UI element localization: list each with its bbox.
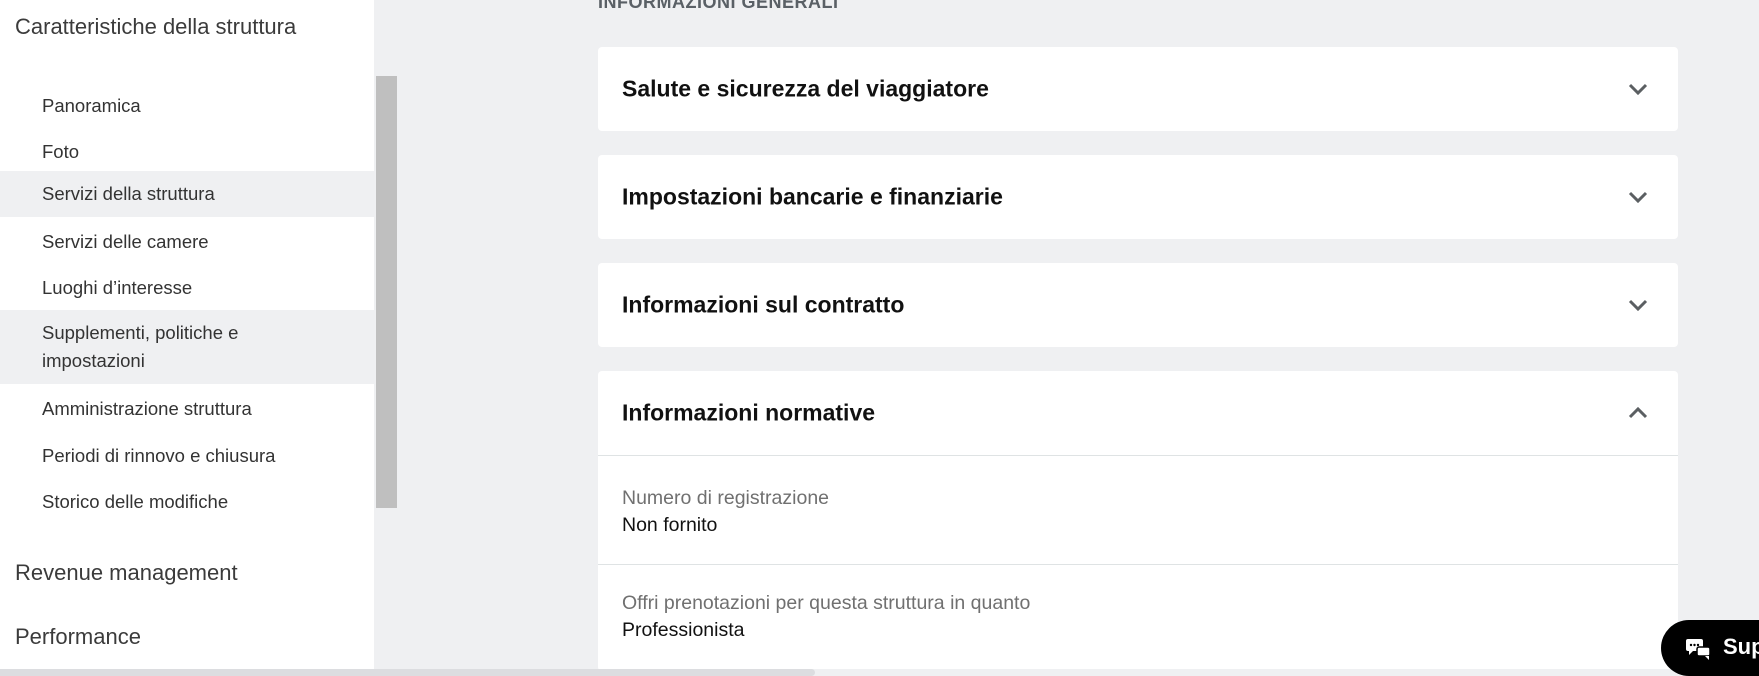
- section-title: INFORMAZIONI GENERALI: [598, 0, 839, 12]
- field-registration-number: Numero di registrazione Non fornito: [598, 456, 1678, 564]
- accordion-title: Impostazioni bancarie e finanziarie: [622, 183, 1003, 210]
- horizontal-scrollbar-thumb[interactable]: [0, 669, 815, 676]
- sidebar-item-amministrazione[interactable]: Amministrazione struttura: [0, 393, 374, 429]
- chat-bubbles-icon: [1686, 639, 1711, 660]
- sidebar-section-revenue[interactable]: Revenue management: [15, 560, 238, 586]
- chevron-down-icon[interactable]: [1628, 83, 1648, 95]
- support-button[interactable]: Sup: [1661, 620, 1759, 676]
- sidebar-scrollbar-thumb[interactable]: [376, 76, 397, 508]
- field-value: Professionista: [622, 619, 745, 641]
- sidebar-item-storico-modifiche[interactable]: Storico delle modifiche: [0, 486, 374, 522]
- accordion-banking-finance: Impostazioni bancarie e finanziarie: [598, 155, 1678, 239]
- sidebar-item-luoghi-interesse[interactable]: Luoghi d’interesse: [0, 272, 374, 308]
- accordion-regulatory-info: Informazioni normative Numero di registr…: [598, 371, 1678, 671]
- sidebar: Caratteristiche della struttura Panorami…: [0, 0, 374, 676]
- accordion-header[interactable]: Informazioni sul contratto: [598, 263, 1678, 347]
- accordion-header[interactable]: Informazioni normative: [598, 371, 1678, 455]
- sidebar-item-servizi-struttura[interactable]: Servizi della struttura: [0, 171, 374, 217]
- sidebar-item-supplementi[interactable]: Supplementi, politiche e impostazioni: [0, 310, 374, 384]
- accordion-title: Informazioni sul contratto: [622, 291, 905, 318]
- sidebar-section-property-features[interactable]: Caratteristiche della struttura: [15, 14, 296, 40]
- chevron-up-icon[interactable]: [1628, 407, 1648, 419]
- field-label: Numero di registrazione: [622, 487, 830, 509]
- chevron-down-icon[interactable]: [1628, 299, 1648, 311]
- accordion-title: Salute e sicurezza del viaggiatore: [622, 75, 989, 102]
- sidebar-item-panoramica[interactable]: Panoramica: [0, 88, 374, 124]
- field-value: Non fornito: [622, 514, 718, 536]
- accordion-title: Informazioni normative: [622, 399, 876, 426]
- accordion-header[interactable]: Impostazioni bancarie e finanziarie: [598, 155, 1678, 239]
- accordion-header[interactable]: Salute e sicurezza del viaggiatore: [598, 47, 1678, 131]
- accordion-contract-info: Informazioni sul contratto: [598, 263, 1678, 347]
- chevron-down-icon[interactable]: [1628, 191, 1648, 203]
- sidebar-item-periodi-rinnovo[interactable]: Periodi di rinnovo e chiusura: [0, 440, 374, 476]
- sidebar-item-servizi-camere[interactable]: Servizi delle camere: [0, 226, 374, 262]
- field-label: Offri prenotazioni per questa struttura …: [622, 592, 1031, 614]
- sidebar-item-foto[interactable]: Foto: [0, 134, 374, 170]
- support-label: Sup: [1723, 634, 1759, 659]
- field-booking-capacity: Offri prenotazioni per questa struttura …: [598, 565, 1678, 673]
- accordion-health-safety: Salute e sicurezza del viaggiatore: [598, 47, 1678, 131]
- sidebar-section-performance[interactable]: Performance: [15, 624, 141, 650]
